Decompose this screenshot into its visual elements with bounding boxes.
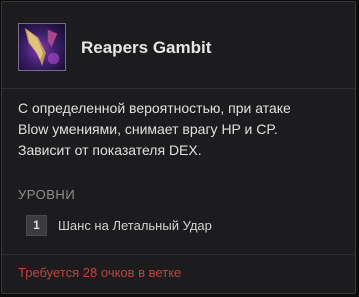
skill-tooltip: Reapers Gambit С определенной вероятност… [1,1,356,294]
levels-heading: УРОВНИ [18,187,76,202]
requirement-text: Требуется 28 очков в ветке [18,265,182,280]
footer-divider [2,254,355,255]
description-line: Зависит от показателя DEX. [18,142,202,158]
tooltip-header: Reapers Gambit [2,2,355,89]
skill-title: Reapers Gambit [81,38,212,57]
level-description: Шанс на Летальный Удар [58,218,212,233]
levels-list: 1 Шанс на Летальный Удар [2,207,355,252]
reaper-blade-icon [18,23,66,71]
level-number-badge: 1 [26,215,47,236]
description-line: Blow умениями, снимает врагу HP и CP. [18,121,278,137]
skill-description: С определенной вероятностью, при атаке B… [18,98,346,161]
description-line: С определенной вероятностью, при атаке [18,100,291,116]
